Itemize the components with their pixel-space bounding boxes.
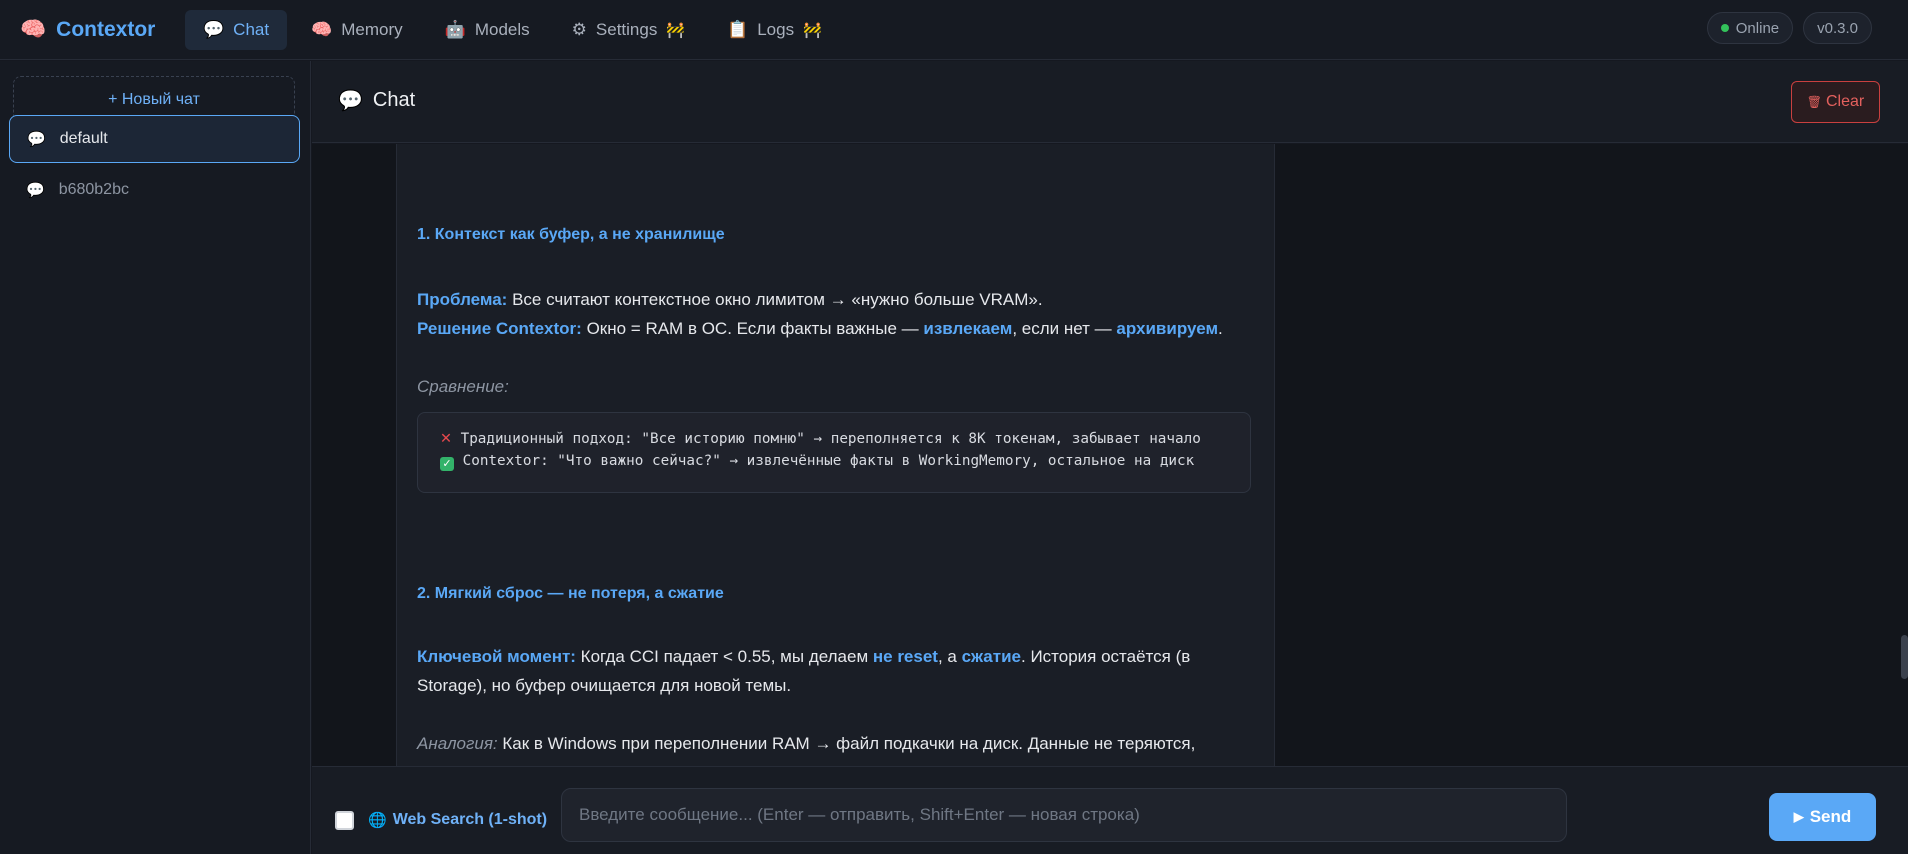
clear-button[interactable]: 🗑 Clear (1791, 81, 1880, 123)
main-nav: 💬 Chat 🧠 Memory 🤖 Models ⚙ Settings 🚧 📋 … (185, 9, 840, 50)
nav-item-label: Models (474, 19, 530, 39)
nav-item-settings[interactable]: ⚙ Settings 🚧 (554, 10, 703, 50)
highlight: не reset (872, 647, 938, 666)
text: , если нет — (1012, 319, 1117, 338)
nav-item-chat[interactable]: 💬 Chat (185, 9, 288, 50)
status-badge: Online (1706, 12, 1794, 44)
text: Окно = RAM в ОС. Если факты важные — (581, 319, 924, 338)
top-right-status: Online v0.3.0 (1706, 12, 1872, 44)
top-nav-bar: 🧠 Contextor 💬 Chat 🧠 Memory 🤖 Models ⚙ S… (0, 0, 1908, 60)
send-button-label: Send (1809, 807, 1852, 826)
chat-header: 💬 Chat 🗑 Clear (312, 61, 1908, 143)
online-dot-icon (1720, 24, 1729, 32)
text: Все считают контекстное окно лимитом → «… (507, 290, 1043, 309)
gear-icon: ⚙ (571, 19, 587, 39)
web-search-label[interactable]: 🌐 Web Search (1-shot) (368, 811, 547, 829)
globe-icon: 🌐 (368, 812, 387, 829)
robot-icon: 🤖 (444, 19, 466, 39)
paragraph: Аналогия: Как в Windows при переполнении… (417, 729, 1247, 758)
code-line: Contextor: "Что важно сейчас?" → извлечё… (462, 453, 1195, 469)
web-search-checkbox[interactable] (335, 811, 354, 830)
cross-mark-icon: ✕ (440, 431, 452, 447)
composer: 🌐 Web Search (1-shot) ▶ Send (312, 766, 1908, 854)
section-heading: 1. Контекст как буфер, а не хранилище (417, 226, 725, 243)
brand-name: Contextor (56, 17, 156, 41)
italic-label: Аналогия: (417, 734, 498, 753)
nav-item-label: Chat (233, 19, 270, 39)
web-search-text: Web Search (1-shot) (392, 811, 548, 828)
chat-item-label: b680b2bc (58, 181, 129, 198)
text: Когда CCI падает < 0.55, мы делаем (575, 647, 873, 666)
section-heading: 2. Мягкий сброс — не потеря, а сжатие (417, 585, 724, 602)
message-list[interactable]: 1. Контекст как буфер, а не хранилище Пр… (312, 144, 1908, 766)
brand[interactable]: 🧠 Contextor (20, 18, 185, 42)
highlight: сжатие (961, 647, 1021, 666)
message-input[interactable] (561, 788, 1567, 842)
comparison-label: Сравнение: (417, 377, 509, 396)
page-title: 💬 Chat (338, 88, 415, 113)
page-title-text: Chat (372, 89, 416, 111)
nav-item-models[interactable]: 🤖 Models (427, 10, 548, 50)
text: . (1218, 319, 1223, 338)
code-line: Традиционный подход: "Все историю помню"… (460, 431, 1201, 447)
paragraph: Ключевой момент: Когда CCI падает < 0.55… (417, 642, 1247, 700)
bold-label: Проблема: (417, 290, 508, 309)
chat-list-item-b680b2bc[interactable]: 💬 b680b2bc (9, 166, 300, 214)
bold-label: Ключевой момент: (417, 647, 576, 666)
nav-item-logs[interactable]: 📋 Logs 🚧 (709, 10, 840, 50)
highlight: архивируем (1116, 319, 1219, 338)
status-text: Online (1735, 19, 1780, 37)
play-icon: ▶ (1793, 809, 1804, 824)
trash-icon: 🗑 (1806, 95, 1822, 109)
brain-icon: 🧠 (311, 19, 333, 39)
send-button[interactable]: ▶ Send (1769, 793, 1876, 841)
construction-icon: 🚧 (666, 21, 686, 39)
clipboard-icon: 📋 (727, 19, 749, 39)
chat-list-item-default[interactable]: 💬 default (9, 115, 300, 163)
speech-bubble-icon: 💬 (26, 182, 45, 199)
highlight: извлекаем (923, 319, 1013, 338)
speech-bubble-icon: 💬 (27, 131, 46, 148)
sidebar: + Новый чат 💬 default 💬 b680b2bc (0, 61, 311, 854)
brain-icon: 🧠 (20, 17, 47, 41)
code-block: ✕ Традиционный подход: "Все историю помн… (417, 412, 1251, 493)
nav-item-label: Settings (595, 19, 658, 39)
bold-label: Решение Contextor: (417, 319, 582, 338)
text: , а (937, 647, 962, 666)
text: Как в Windows при переполнении RAM → фай… (497, 734, 1196, 753)
speech-bubble-icon: 💬 (338, 90, 363, 112)
nav-item-label: Memory (341, 19, 403, 39)
paragraph: Проблема: Все считают контекстное окно л… (417, 285, 1247, 343)
check-mark-icon: ✓ (440, 457, 454, 471)
speech-bubble-icon: 💬 (203, 19, 225, 39)
clear-button-label: Clear (1826, 93, 1865, 110)
chat-item-label: default (59, 130, 108, 147)
scrollbar-thumb[interactable] (1901, 635, 1908, 679)
nav-item-memory[interactable]: 🧠 Memory (293, 10, 421, 50)
assistant-message: 1. Контекст как буфер, а не хранилище Пр… (396, 144, 1275, 766)
nav-item-label: Logs (757, 19, 795, 39)
construction-icon: 🚧 (803, 21, 822, 39)
version-badge: v0.3.0 (1803, 12, 1872, 44)
